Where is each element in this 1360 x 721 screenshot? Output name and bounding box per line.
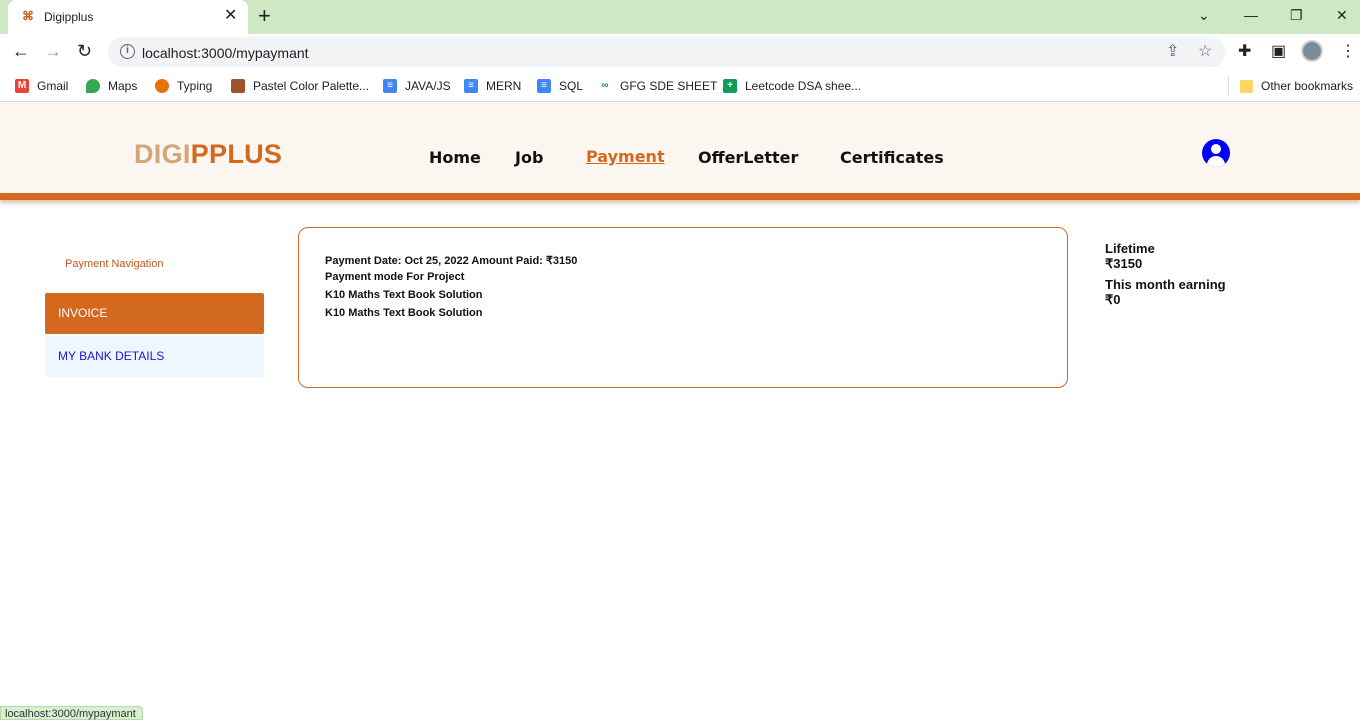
bookmarks-bar: M Gmail Maps Typing Pastel Color Palette… (0, 70, 1360, 102)
menu-kebab-icon[interactable]: ⋮ (1340, 42, 1356, 62)
bookmark-label: MERN (486, 79, 522, 93)
palette-icon (231, 79, 245, 93)
nav-job[interactable]: Job (515, 148, 543, 167)
forward-arrow-icon[interactable]: → (44, 40, 62, 62)
month-earning-value: ₹0 (1105, 292, 1121, 307)
bookmark-sql[interactable]: ≡ SQL (537, 77, 583, 95)
maps-pin-icon (86, 79, 100, 93)
site-favicon-icon: ⌘ (22, 9, 34, 23)
user-account-icon[interactable] (1202, 139, 1230, 167)
minimize-icon[interactable]: — (1244, 6, 1258, 24)
docs-icon: ≡ (464, 79, 478, 93)
address-bar[interactable]: i localhost:3000/mypaymant ⇪ ☆ (108, 37, 1226, 67)
month-earning-label: This month earning (1105, 277, 1226, 292)
payment-navigation-title: Payment Navigation (65, 258, 164, 270)
bookmark-label: Typing (177, 79, 213, 93)
profile-avatar[interactable] (1301, 40, 1323, 62)
lifetime-label: Lifetime (1105, 241, 1155, 256)
bookmark-leetcode[interactable]: + Leetcode DSA shee... (723, 77, 861, 95)
back-arrow-icon[interactable]: ← (12, 40, 30, 62)
logo-text-pplus: PPLUS (190, 139, 283, 169)
sidebar-item-invoice[interactable]: INVOICE (45, 293, 264, 334)
project-description: K10 Maths Text Book Solution (325, 307, 483, 319)
nav-payment[interactable]: Payment (586, 147, 665, 166)
restore-icon[interactable]: ❐ (1290, 6, 1303, 24)
bookmark-label: Pastel Color Palette... (253, 79, 370, 93)
share-icon[interactable]: ⇪ (1166, 42, 1179, 62)
bookmark-gfg[interactable]: ∞ GFG SDE SHEET (598, 77, 717, 95)
payment-card: Payment Date: Oct 25, 2022 Amount Paid: … (298, 227, 1068, 388)
tab-title: Digipplus (44, 10, 94, 24)
bookmark-label: GFG SDE SHEET (620, 79, 718, 93)
lifetime-value: ₹3150 (1105, 256, 1143, 271)
extensions-puzzle-icon[interactable]: ✚ (1238, 42, 1251, 62)
project-name: K10 Maths Text Book Solution (325, 289, 483, 301)
folder-icon (1240, 79, 1253, 93)
gfg-icon: ∞ (601, 80, 609, 91)
payment-mode: Payment mode For Project (325, 271, 465, 283)
side-panel-icon[interactable]: ▣ (1271, 42, 1286, 62)
bookmark-label: Leetcode DSA shee... (745, 79, 862, 93)
browser-tab-strip: ⌘ Digipplus ✕ + ⌄ — ❐ ✕ (0, 0, 1360, 34)
reload-icon[interactable]: ↻ (77, 40, 92, 62)
gmail-icon: M (15, 79, 29, 93)
other-bookmarks-label: Other bookmarks (1261, 79, 1354, 93)
payment-date-amount: Payment Date: Oct 25, 2022 Amount Paid: … (325, 255, 578, 267)
close-window-icon[interactable]: ✕ (1336, 6, 1348, 24)
header-accent-bar (0, 193, 1360, 200)
browser-toolbar: ← → ↻ i localhost:3000/mypaymant ⇪ ☆ ✚ ▣… (0, 34, 1360, 70)
other-bookmarks[interactable]: Other bookmarks (1240, 77, 1353, 95)
bookmarks-divider (1228, 76, 1229, 96)
nav-certificates[interactable]: Certificates (840, 148, 944, 167)
nav-offer-letter[interactable]: OfferLetter (698, 148, 798, 167)
bookmark-label: Maps (108, 79, 138, 93)
logo-text-digi: DIGI (134, 139, 191, 169)
sheets-icon: + (723, 79, 737, 93)
docs-icon: ≡ (537, 79, 551, 93)
bookmark-maps[interactable]: Maps (86, 77, 137, 95)
nav-home[interactable]: Home (429, 148, 481, 167)
bookmark-typing[interactable]: Typing (155, 77, 212, 95)
close-tab-icon[interactable]: ✕ (224, 7, 237, 25)
bookmark-mern[interactable]: ≡ MERN (464, 77, 521, 95)
sidebar-item-bank-details[interactable]: MY BANK DETAILS (45, 336, 264, 377)
bookmark-label: SQL (559, 79, 584, 93)
typing-icon (155, 79, 169, 93)
bookmark-java-js[interactable]: ≡ JAVA/JS (383, 77, 451, 95)
site-logo[interactable]: DIGIPPLUS (134, 139, 282, 170)
bookmark-star-icon[interactable]: ☆ (1198, 42, 1212, 62)
tab-search-chevron-icon[interactable]: ⌄ (1198, 6, 1210, 24)
bookmark-label: Gmail (37, 79, 69, 93)
browser-tab[interactable]: ⌘ Digipplus ✕ (8, 0, 248, 34)
bookmark-pastel-palette[interactable]: Pastel Color Palette... (231, 77, 369, 95)
docs-icon: ≡ (383, 79, 397, 93)
url-text: localhost:3000/mypaymant (142, 45, 309, 61)
new-tab-icon[interactable]: + (258, 4, 271, 28)
site-info-icon[interactable]: i (120, 44, 135, 59)
bookmark-gmail[interactable]: M Gmail (15, 77, 68, 95)
bookmark-label: JAVA/JS (405, 79, 451, 93)
